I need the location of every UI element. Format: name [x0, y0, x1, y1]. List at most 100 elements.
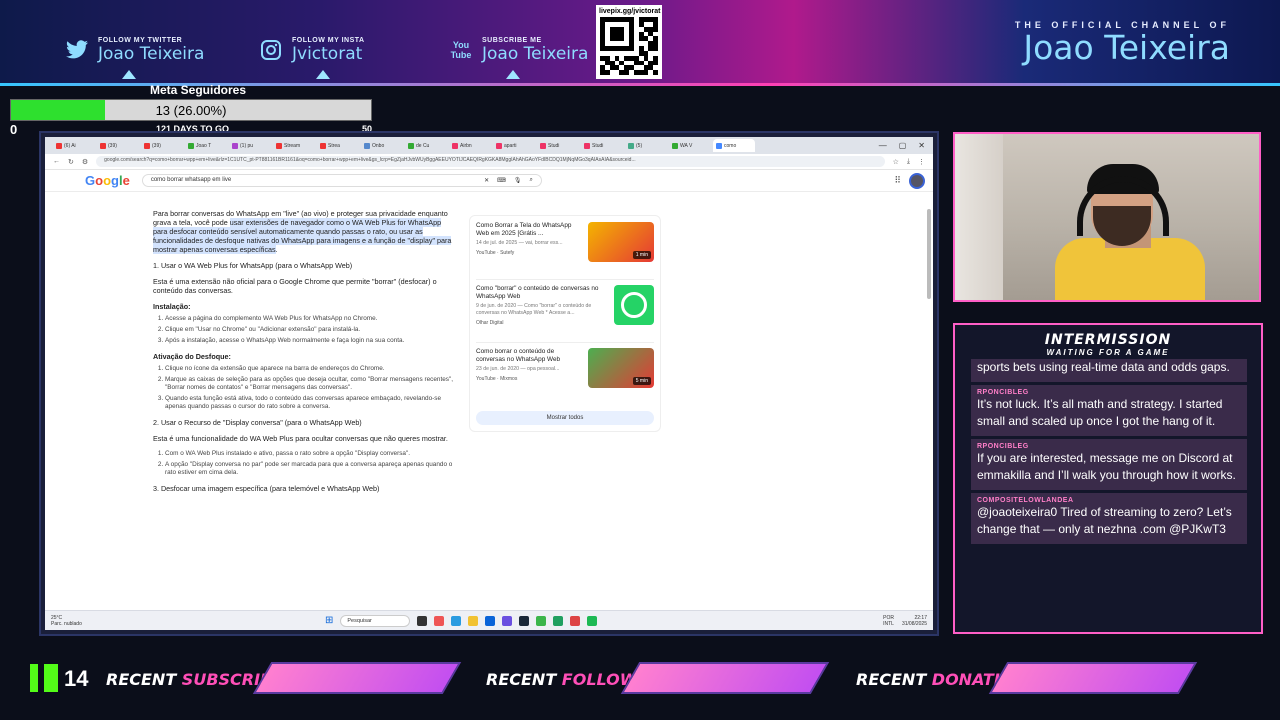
- star-icon[interactable]: ☆: [893, 158, 899, 166]
- lang-2: INTL: [883, 620, 894, 627]
- favicon-icon: [540, 142, 546, 149]
- minimize-button[interactable]: —: [879, 141, 887, 150]
- google-logo-letter: o: [103, 173, 112, 188]
- app-icon[interactable]: [485, 615, 496, 626]
- intro-end: .: [275, 245, 278, 254]
- browser-tab[interactable]: (39): [97, 139, 139, 152]
- goal-min: 0: [10, 122, 18, 137]
- clock[interactable]: 22:17 31/08/2025: [902, 615, 927, 627]
- youtube-name: Joao Teixeira: [482, 43, 589, 64]
- top-banner: FOLLOW MY TWITTER Joao Teixeira FOLLOW M…: [0, 0, 1280, 86]
- tab-label: (1) pu: [240, 142, 254, 149]
- menu-icon[interactable]: ⋮: [918, 158, 925, 166]
- app-icon[interactable]: [570, 615, 581, 626]
- browser-tab[interactable]: (5): [625, 139, 667, 152]
- youtube-social[interactable]: You Tube SUBSCRIBE ME Joao Teixeira: [448, 30, 589, 79]
- system-tray: POR INTL 22:17 31/08/2025: [883, 615, 927, 627]
- source-card[interactable]: Como "borrar" o conteúdo de conversas no…: [476, 285, 654, 343]
- browser-tab[interactable]: Onbo: [361, 139, 403, 152]
- browser-window: (6) Ai (39) (39) Joao T (1) pu Stream Strea Onb…: [45, 137, 933, 630]
- download-icon[interactable]: ⤓: [907, 158, 910, 166]
- app-icon[interactable]: [468, 615, 479, 626]
- chat-subtitle: WAITING FOR A GAME: [1046, 348, 1170, 357]
- chat-panel: INTERMISSION WAITING FOR A GAME sports b…: [953, 323, 1263, 634]
- back-icon[interactable]: ←: [53, 158, 60, 165]
- app-icon[interactable]: [587, 615, 598, 626]
- qr-code[interactable]: livepix.gg/jvictorat: [596, 5, 662, 79]
- card-meta: 9 de jun. de 2020 — Como "borrar" o cont…: [476, 303, 592, 316]
- message-text: It’s not luck. It’s all math and strateg…: [977, 397, 1223, 428]
- language-indicator[interactable]: POR INTL: [883, 615, 894, 627]
- chat-messages[interactable]: sports bets using real-time data and odd…: [971, 359, 1247, 632]
- intro-paragraph: Para borrar conversas do WhatsApp em "li…: [153, 209, 453, 254]
- maximize-button[interactable]: ▢: [899, 141, 907, 150]
- site-info-icon[interactable]: ⚙: [82, 158, 88, 166]
- app-icon[interactable]: [502, 615, 513, 626]
- tab-label: Studi: [548, 142, 560, 149]
- browser-tab[interactable]: Studi: [581, 139, 623, 152]
- tab-label: Stream: [284, 142, 301, 149]
- show-all-button[interactable]: Mostrar todos: [476, 411, 654, 425]
- browser-tab[interactable]: Stream: [273, 139, 315, 152]
- goal-count: 13 (26.00%): [155, 103, 227, 118]
- video-thumbnail[interactable]: 5 min: [588, 348, 654, 388]
- windows-start-icon[interactable]: ⊞: [325, 615, 333, 626]
- app-icon[interactable]: [536, 615, 547, 626]
- browser-tab[interactable]: Joao T: [185, 139, 227, 152]
- card-source: Olhar Digital: [476, 320, 504, 326]
- google-logo[interactable]: Google: [85, 173, 130, 188]
- source-card[interactable]: Como borrar o conteúdo de conversas no W…: [476, 348, 654, 406]
- favicon-icon: [100, 142, 106, 149]
- card-meta: 14 de jul. de 2025 — vai, borrar ess...: [476, 240, 563, 246]
- app-icon[interactable]: [451, 615, 462, 626]
- reload-icon[interactable]: ↻: [68, 158, 74, 166]
- app-icon[interactable]: [519, 615, 530, 626]
- instagram-name: Jvictorat: [292, 43, 363, 64]
- app-icon[interactable]: [417, 615, 428, 626]
- avatar[interactable]: [909, 172, 925, 189]
- browser-tab[interactable]: (1) pu: [229, 139, 271, 152]
- goal-progress-bar: 13 (26.00%): [10, 99, 372, 121]
- browser-tab[interactable]: de Cu: [405, 139, 447, 152]
- taskbar-search[interactable]: Pesquisar: [340, 614, 411, 627]
- search-icon[interactable]: ⌕: [529, 177, 532, 184]
- message-text: If you are interested, message me on Dis…: [977, 451, 1236, 482]
- apps-icon[interactable]: ⠿: [894, 175, 901, 186]
- section-3-title: 3. Desfocar uma imagem específica (para …: [153, 484, 380, 493]
- browser-tab[interactable]: aparti: [493, 139, 535, 152]
- favicon-icon: [276, 142, 282, 149]
- browser-tab[interactable]: como: [713, 139, 755, 152]
- arrow-indicator: [122, 70, 136, 79]
- browser-tab[interactable]: Studi: [537, 139, 579, 152]
- keyboard-icon[interactable]: ⌨: [497, 177, 506, 184]
- tab-label: (6) Ai: [64, 142, 76, 149]
- mic-icon[interactable]: 🎙: [514, 177, 522, 184]
- instagram-social[interactable]: FOLLOW MY INSTA Jvictorat: [258, 30, 365, 79]
- twitter-social[interactable]: FOLLOW MY TWITTER Joao Teixeira: [64, 30, 205, 79]
- scrollbar[interactable]: [927, 209, 931, 299]
- whatsapp-thumbnail[interactable]: [614, 285, 654, 325]
- qr-pattern: [600, 17, 658, 75]
- browser-tab[interactable]: Airbn: [449, 139, 491, 152]
- browser-tab[interactable]: WA V: [669, 139, 711, 152]
- browser-tab[interactable]: (6) Ai: [53, 139, 95, 152]
- weather-widget[interactable]: 25°C Parc. nublado: [51, 615, 82, 627]
- browser-tab[interactable]: Strea: [317, 139, 359, 152]
- source-card[interactable]: Como Borrar a Tela do WhatsApp Web em 20…: [476, 222, 654, 280]
- windows-taskbar: 25°C Parc. nublado ⊞ Pesquisar POR INTL …: [45, 610, 933, 630]
- browser-tab[interactable]: (39): [141, 139, 183, 152]
- favicon-icon: [56, 142, 62, 149]
- twitter-name: Joao Teixeira: [98, 43, 205, 64]
- tab-label: (39): [152, 142, 161, 149]
- tab-label: Airbn: [460, 142, 472, 149]
- app-icon[interactable]: [434, 615, 445, 626]
- app-icon[interactable]: [553, 615, 564, 626]
- url-field[interactable]: google.com/search?q=como+borrar+wpp+em+l…: [96, 156, 885, 167]
- video-thumbnail[interactable]: 1 min: [588, 222, 654, 262]
- clear-icon[interactable]: ✕: [484, 177, 489, 184]
- google-search-input[interactable]: como borrar whatsapp em live ✕ ⌨ 🎙 ⌕: [141, 174, 542, 187]
- sources-panel: Como Borrar a Tela do WhatsApp Web em 20…: [469, 215, 661, 432]
- arrow-indicator: [316, 70, 330, 79]
- recent-pre: RECENT: [486, 670, 562, 689]
- close-button[interactable]: ✕: [918, 141, 925, 150]
